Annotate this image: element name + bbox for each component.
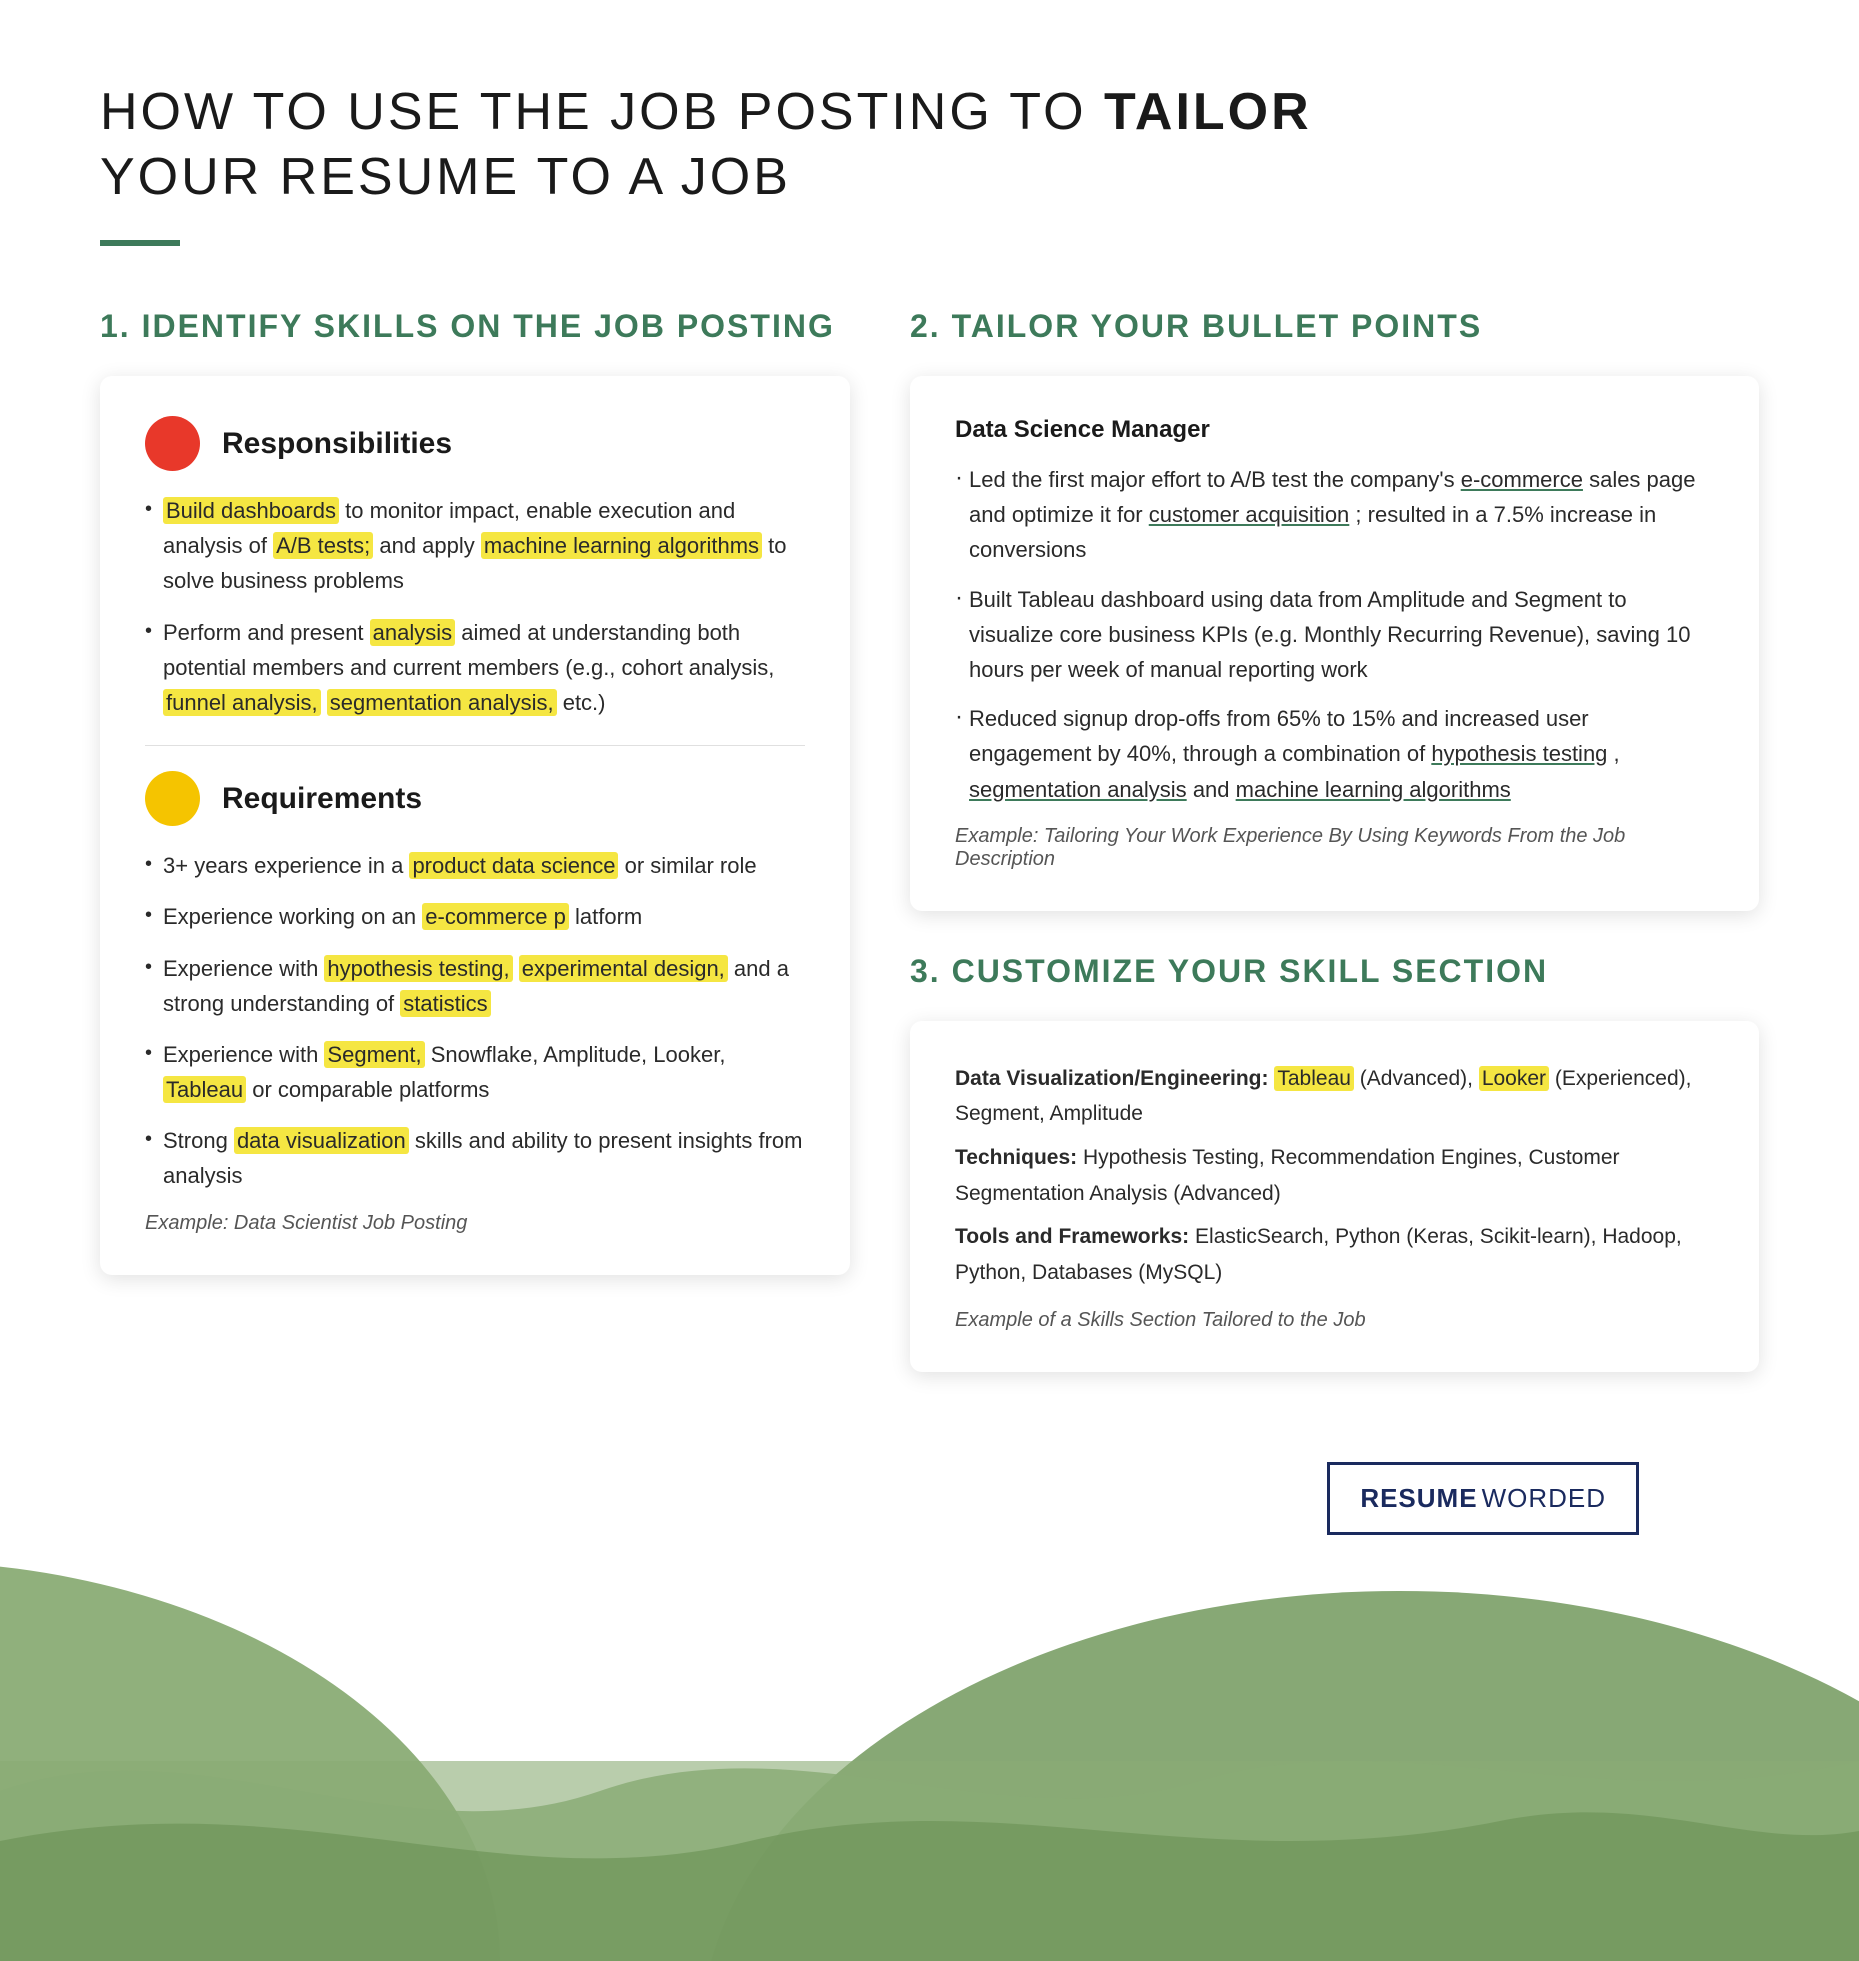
divider [145, 745, 805, 746]
col-right: 2. TAILOR YOUR BULLET POINTS Data Scienc… [910, 306, 1759, 1402]
section3-container: 3. CUSTOMIZE YOUR SKILL SECTION Data Vis… [910, 951, 1759, 1372]
highlight-funnel: funnel analysis, [163, 689, 321, 716]
skills-line-1: Data Visualization/Engineering: Tableau … [955, 1061, 1714, 1132]
highlight-looker-skill: Looker [1479, 1066, 1549, 1091]
highlight-tableau: Tableau [163, 1076, 246, 1103]
list-item: Strong data visualization skills and abi… [145, 1123, 805, 1193]
highlight-tableau-skill: Tableau [1274, 1066, 1354, 1091]
bullet-points-card: Data Science Manager Led the first major… [910, 376, 1759, 911]
skills-line-3: Tools and Frameworks: ElasticSearch, Pyt… [955, 1219, 1714, 1290]
example-text-2: Example: Tailoring Your Work Experience … [955, 825, 1714, 871]
underline-customer-acq: customer acquisition [1149, 502, 1350, 527]
skills-card: Data Visualization/Engineering: Tableau … [910, 1021, 1759, 1372]
highlight-analysis: analysis [370, 619, 455, 646]
bullet-points-list: Led the first major effort to A/B test t… [955, 462, 1714, 807]
highlight-data-viz: data visualization [234, 1127, 409, 1154]
example-text-3: Example of a Skills Section Tailored to … [955, 1309, 1714, 1332]
underline-ml-algorithms: machine learning algorithms [1236, 777, 1511, 802]
highlight-experimental: experimental design, [519, 955, 728, 982]
requirements-header: Requirements [145, 771, 805, 826]
list-item: Built Tableau dashboard using data from … [955, 582, 1714, 688]
requirements-label: Requirements [222, 782, 422, 816]
list-item: Led the first major effort to A/B test t… [955, 462, 1714, 568]
badge-worded: WORDED [1482, 1483, 1606, 1514]
skills-block: Data Visualization/Engineering: Tableau … [955, 1061, 1714, 1291]
two-col-layout: 1. IDENTIFY SKILLS ON THE JOB POSTING Re… [100, 306, 1759, 1402]
section3-title: 3. CUSTOMIZE YOUR SKILL SECTION [910, 951, 1759, 991]
badge-resume: RESUME [1360, 1483, 1477, 1514]
title-underline [100, 240, 180, 246]
underline-segmentation: segmentation analysis [969, 777, 1187, 802]
skill-cat-2: Techniques: [955, 1146, 1077, 1169]
section1-title: 1. IDENTIFY SKILLS ON THE JOB POSTING [100, 306, 850, 346]
section2-title: 2. TAILOR YOUR BULLET POINTS [910, 306, 1759, 346]
badge-container: RESUME WORDED [100, 1402, 1759, 1615]
yellow-circle-icon [145, 771, 200, 826]
highlight-ml-algorithms: machine learning algorithms [481, 532, 762, 559]
list-item: Experience working on an e-commerce p la… [145, 899, 805, 934]
requirements-list: 3+ years experience in a product data sc… [145, 848, 805, 1194]
skill-cat-3: Tools and Frameworks: [955, 1225, 1189, 1248]
highlight-segment: Segment, [324, 1041, 424, 1068]
highlight-ecommerce: e-commerce p [422, 903, 569, 930]
responsibilities-list: Build dashboards to monitor impact, enab… [145, 493, 805, 720]
underline-ecommerce: e-commerce [1461, 467, 1583, 492]
card-job-title: Data Science Manager [955, 416, 1714, 444]
col-left: 1. IDENTIFY SKILLS ON THE JOB POSTING Re… [100, 306, 850, 1305]
highlight-product-data-science: product data science [409, 852, 618, 879]
responsibilities-label: Responsibilities [222, 427, 452, 461]
highlight-build-dashboards: Build dashboards [163, 497, 339, 524]
list-item: Build dashboards to monitor impact, enab… [145, 493, 805, 599]
highlight-segmentation: segmentation analysis, [327, 689, 557, 716]
resume-worded-badge: RESUME WORDED [1327, 1462, 1639, 1535]
list-item: Perform and present analysis aimed at un… [145, 615, 805, 721]
example-text-1: Example: Data Scientist Job Posting [145, 1212, 805, 1235]
list-item: 3+ years experience in a product data sc… [145, 848, 805, 883]
content-area: HOW TO USE THE JOB POSTING TO TAILOR YOU… [0, 0, 1859, 1615]
responsibilities-header: Responsibilities [145, 416, 805, 471]
main-title: HOW TO USE THE JOB POSTING TO TAILOR YOU… [100, 80, 1759, 210]
skill-cat-1: Data Visualization/Engineering: [955, 1067, 1269, 1090]
red-circle-icon [145, 416, 200, 471]
highlight-statistics: statistics [400, 990, 490, 1017]
highlight-ab-tests: A/B tests; [273, 532, 373, 559]
list-item: Experience with Segment, Snowflake, Ampl… [145, 1037, 805, 1107]
list-item: Reduced signup drop-offs from 65% to 15%… [955, 701, 1714, 807]
underline-hypothesis-testing: hypothesis testing [1431, 741, 1607, 766]
page-wrapper: HOW TO USE THE JOB POSTING TO TAILOR YOU… [0, 0, 1859, 1961]
list-item: Experience with hypothesis testing, expe… [145, 951, 805, 1021]
skills-line-2: Techniques: Hypothesis Testing, Recommen… [955, 1140, 1714, 1211]
highlight-hypothesis: hypothesis testing, [324, 955, 512, 982]
responsibilities-card: Responsibilities Build dashboards to mon… [100, 376, 850, 1275]
